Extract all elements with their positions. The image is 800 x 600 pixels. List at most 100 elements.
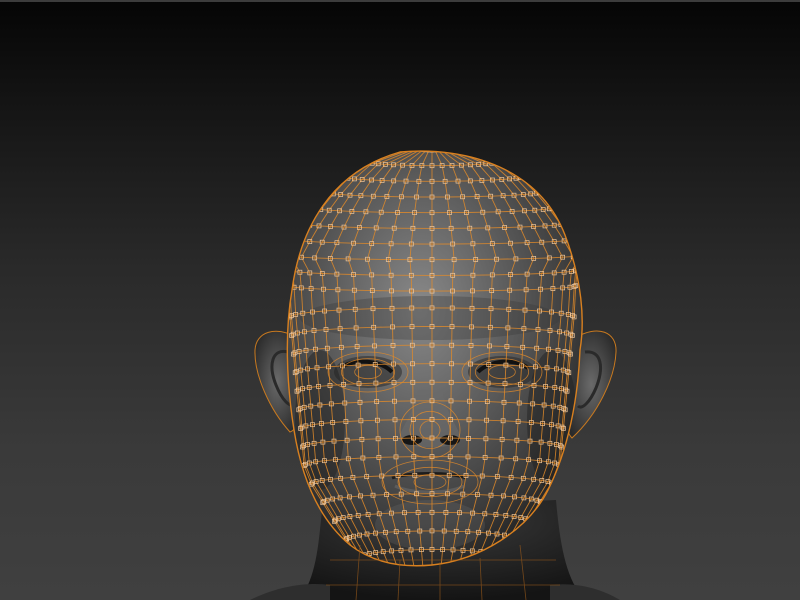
mesh-edge (303, 224, 310, 226)
mesh-edge (278, 255, 283, 256)
mesh-edge (361, 438, 379, 440)
mesh-vertex (497, 159, 503, 165)
mesh-vertex (447, 146, 451, 150)
mesh-edge (277, 254, 279, 255)
mesh-vertex (276, 253, 280, 257)
mesh-edge (394, 401, 396, 420)
mesh-vertex (521, 174, 526, 180)
mesh-vertex (325, 190, 331, 196)
mesh-edge (491, 274, 493, 291)
mesh-vertex (290, 269, 296, 274)
mesh-edge (469, 382, 471, 402)
mesh-edge (467, 438, 469, 457)
mesh-edge (539, 191, 541, 193)
mesh-edge (375, 363, 394, 365)
mesh-vertex (287, 267, 290, 273)
mesh-edge (287, 254, 289, 272)
mesh-edge (385, 531, 397, 533)
mesh-edge (391, 308, 393, 327)
mesh-edge (523, 193, 531, 195)
mesh-edge (309, 206, 312, 209)
mesh-edge (465, 475, 483, 477)
mesh-edge (323, 191, 325, 193)
mesh-edge (586, 254, 588, 255)
mesh-edge (503, 194, 515, 197)
mesh-edge (371, 274, 373, 291)
mesh-edge (575, 239, 583, 256)
head-model-render[interactable] (0, 0, 800, 600)
mesh-edge (573, 255, 582, 258)
mesh-edge (580, 254, 583, 257)
mesh-edge (290, 256, 302, 258)
mesh-edge (298, 207, 312, 224)
mesh-edge (393, 382, 395, 402)
mesh-edge (362, 179, 372, 181)
mesh-edge (468, 401, 470, 420)
mesh-vertex (287, 268, 291, 274)
mesh-edge (523, 175, 525, 178)
mesh-edge (288, 270, 293, 272)
mesh-edge (470, 345, 472, 365)
mesh-edge (357, 345, 375, 347)
mesh-vertex (562, 221, 568, 227)
mesh-vertex (287, 283, 291, 289)
mesh-edge (277, 254, 287, 270)
mesh-edge (290, 240, 301, 257)
mesh-edge (292, 239, 300, 242)
3d-viewport-canvas[interactable] (0, 0, 800, 600)
mesh-vertex (578, 253, 583, 259)
mesh-vertex (450, 143, 454, 147)
mesh-edge (451, 145, 452, 146)
mesh-edge (575, 238, 578, 240)
mesh-edge (415, 148, 417, 149)
mesh-vertex (312, 206, 318, 212)
mesh-edge (478, 163, 486, 165)
mesh-edge (310, 207, 315, 210)
mesh-vertex (585, 252, 589, 256)
mesh-vertex (417, 147, 421, 151)
mesh-edge (395, 438, 397, 457)
mesh-edge (372, 162, 379, 165)
mesh-edge (450, 146, 451, 147)
mesh-edge (287, 239, 289, 256)
mesh-edge (297, 207, 311, 224)
mesh-edge (471, 308, 473, 327)
mesh-edge (287, 255, 291, 258)
mesh-edge (299, 223, 304, 225)
mesh-vertex (359, 158, 364, 164)
mesh-vertex (521, 173, 527, 179)
mesh-vertex (412, 145, 416, 149)
mesh-vertex (440, 151, 446, 152)
mesh-edge (393, 363, 395, 383)
mesh-edge (339, 175, 341, 178)
mesh-edge (491, 162, 497, 164)
mesh-edge (485, 438, 503, 440)
mesh-vertex (450, 143, 454, 147)
mesh-vertex (275, 252, 279, 256)
mesh-edge (412, 145, 413, 146)
mesh-edge (349, 194, 361, 197)
mesh-vertex (449, 144, 453, 148)
mesh-edge (287, 222, 299, 239)
mesh-edge (564, 223, 577, 240)
mesh-edge (287, 270, 291, 287)
mesh-edge (287, 269, 289, 272)
mesh-edge (329, 209, 340, 212)
mesh-edge (378, 456, 397, 458)
mesh-edge (488, 382, 506, 385)
mesh-edge (417, 148, 419, 149)
mesh-edge (467, 531, 479, 533)
mesh-vertex (296, 221, 302, 227)
mesh-edge (560, 223, 565, 225)
mesh-vertex (287, 236, 290, 242)
mesh-edge (287, 255, 294, 272)
mesh-edge (502, 159, 504, 162)
mesh-edge (360, 159, 362, 162)
mesh-edge (287, 223, 300, 240)
mesh-edge (489, 345, 507, 347)
mesh-vertex (443, 147, 447, 151)
mesh-vertex (364, 160, 370, 165)
mesh-vertex (322, 190, 327, 195)
mesh-edge (515, 257, 534, 260)
mesh-vertex (337, 173, 343, 179)
